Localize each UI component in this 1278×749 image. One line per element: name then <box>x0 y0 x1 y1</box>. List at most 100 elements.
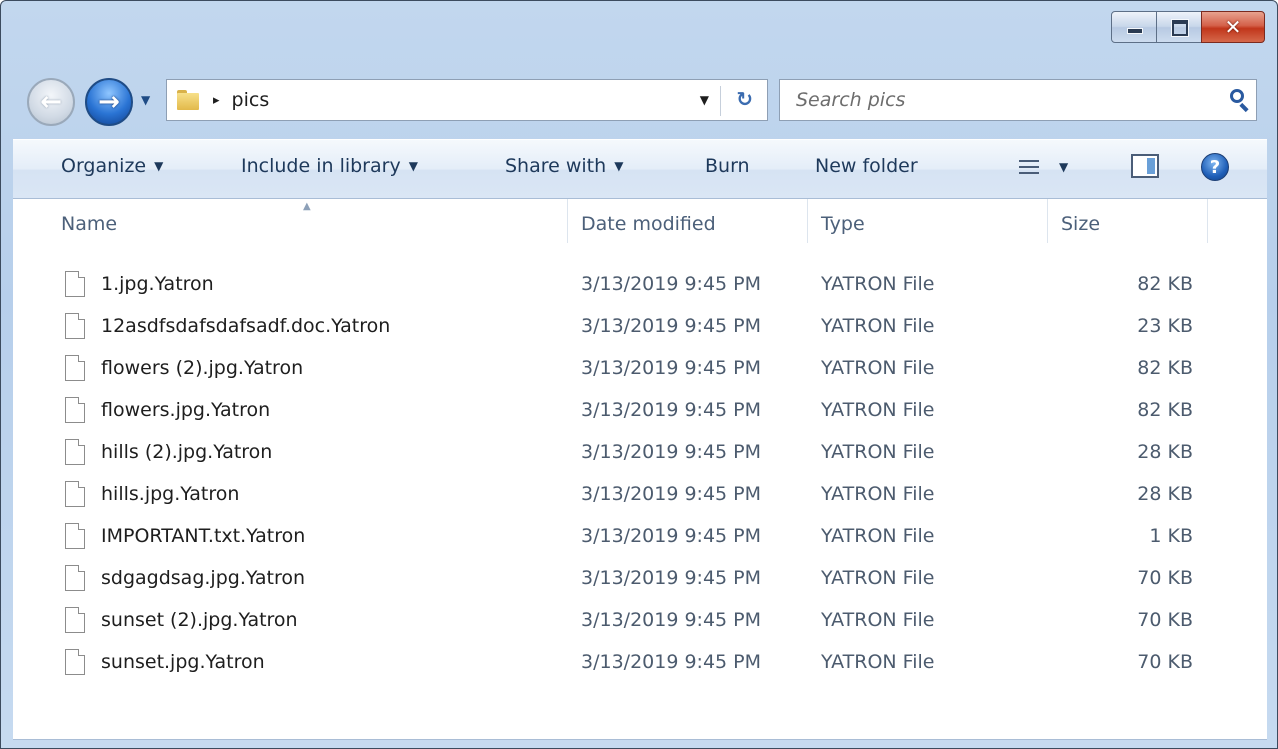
file-icon <box>65 481 85 507</box>
file-date-modified: 3/13/2019 9:45 PM <box>581 651 762 673</box>
burn-button[interactable]: Burn <box>705 155 750 177</box>
file-row[interactable]: 12asdfsdafsdafsadf.doc.Yatron 3/13/2019 … <box>13 305 1267 347</box>
burn-label: Burn <box>705 155 750 177</box>
column-divider[interactable] <box>1207 199 1208 243</box>
address-history-dropdown-icon[interactable]: ▼ <box>700 93 709 107</box>
file-size: 70 KB <box>1137 609 1193 631</box>
file-row[interactable]: IMPORTANT.txt.Yatron 3/13/2019 9:45 PM Y… <box>13 515 1267 557</box>
include-in-library-button[interactable]: Include in library ▼ <box>241 155 418 177</box>
forward-button[interactable] <box>85 78 133 126</box>
folder-icon <box>177 90 199 110</box>
file-icon <box>65 313 85 339</box>
file-date-modified: 3/13/2019 9:45 PM <box>581 567 762 589</box>
file-type: YATRON File <box>821 525 935 547</box>
file-name: 12asdfsdafsdafsadf.doc.Yatron <box>101 315 391 337</box>
file-type: YATRON File <box>821 567 935 589</box>
file-type: YATRON File <box>821 483 935 505</box>
file-icon <box>65 565 85 591</box>
file-type: YATRON File <box>821 609 935 631</box>
file-date-modified: 3/13/2019 9:45 PM <box>581 483 762 505</box>
include-in-library-label: Include in library <box>241 155 401 177</box>
refresh-icon[interactable]: ↻ <box>736 87 753 111</box>
back-button[interactable] <box>27 78 75 126</box>
file-name: sunset (2).jpg.Yatron <box>101 609 298 631</box>
sort-ascending-icon: ▲ <box>303 201 311 212</box>
file-name: sunset.jpg.Yatron <box>101 651 265 673</box>
file-size: 1 KB <box>1149 525 1193 547</box>
column-header-type[interactable]: Type <box>821 213 865 235</box>
change-view-icon[interactable] <box>1019 158 1039 176</box>
view-options-dropdown-icon[interactable]: ▼ <box>1059 160 1068 174</box>
file-date-modified: 3/13/2019 9:45 PM <box>581 315 762 337</box>
maximize-button[interactable] <box>1156 11 1202 43</box>
file-icon <box>65 523 85 549</box>
search-icon[interactable] <box>1230 89 1244 103</box>
file-name: IMPORTANT.txt.Yatron <box>101 525 306 547</box>
file-type: YATRON File <box>821 651 935 673</box>
search-box[interactable] <box>779 79 1257 121</box>
maximize-icon <box>1171 19 1189 37</box>
help-icon[interactable]: ? <box>1201 153 1229 181</box>
file-icon <box>65 439 85 465</box>
file-icon <box>65 649 85 675</box>
file-name: sdgagdsag.jpg.Yatron <box>101 567 306 589</box>
file-row[interactable]: hills.jpg.Yatron 3/13/2019 9:45 PM YATRO… <box>13 473 1267 515</box>
close-icon: ✕ <box>1224 15 1242 39</box>
chevron-down-icon: ▼ <box>154 159 164 173</box>
column-header-row: ▲ Name Date modified Type Size <box>13 199 1267 249</box>
file-date-modified: 3/13/2019 9:45 PM <box>581 441 762 463</box>
file-row[interactable]: flowers.jpg.Yatron 3/13/2019 9:45 PM YAT… <box>13 389 1267 431</box>
file-size: 70 KB <box>1137 651 1193 673</box>
file-name: hills (2).jpg.Yatron <box>101 441 273 463</box>
file-icon <box>65 397 85 423</box>
file-date-modified: 3/13/2019 9:45 PM <box>581 399 762 421</box>
file-size: 82 KB <box>1137 273 1193 295</box>
file-row[interactable]: hills (2).jpg.Yatron 3/13/2019 9:45 PM Y… <box>13 431 1267 473</box>
organize-button[interactable]: Organize ▼ <box>61 155 163 177</box>
file-row[interactable]: sdgagdsag.jpg.Yatron 3/13/2019 9:45 PM Y… <box>13 557 1267 599</box>
breadcrumb-pics[interactable]: pics <box>232 89 270 111</box>
file-date-modified: 3/13/2019 9:45 PM <box>581 525 762 547</box>
column-divider[interactable] <box>1047 199 1048 243</box>
recent-pages-dropdown-icon[interactable]: ▼ <box>141 93 150 107</box>
column-header-name[interactable]: Name <box>61 213 117 235</box>
chevron-down-icon: ▼ <box>614 159 624 173</box>
file-type: YATRON File <box>821 315 935 337</box>
search-input[interactable] <box>794 88 1198 112</box>
file-type: YATRON File <box>821 273 935 295</box>
file-icon <box>65 355 85 381</box>
file-name: 1.jpg.Yatron <box>101 273 214 295</box>
address-separator <box>720 86 721 116</box>
column-header-date-modified[interactable]: Date modified <box>581 213 716 235</box>
close-button[interactable]: ✕ <box>1201 11 1265 43</box>
file-row[interactable]: sunset.jpg.Yatron 3/13/2019 9:45 PM YATR… <box>13 641 1267 683</box>
file-row[interactable]: flowers (2).jpg.Yatron 3/13/2019 9:45 PM… <box>13 347 1267 389</box>
file-name: flowers.jpg.Yatron <box>101 399 271 421</box>
new-folder-label: New folder <box>815 155 918 177</box>
navigation-bar: ▼ ▸ pics ▼ ↻ <box>1 75 1277 129</box>
share-with-button[interactable]: Share with ▼ <box>505 155 623 177</box>
file-row[interactable]: sunset (2).jpg.Yatron 3/13/2019 9:45 PM … <box>13 599 1267 641</box>
file-list: ▲ Name Date modified Type Size 1.jpg.Yat… <box>13 199 1267 740</box>
file-size: 70 KB <box>1137 567 1193 589</box>
minimize-icon <box>1127 28 1143 34</box>
file-type: YATRON File <box>821 399 935 421</box>
column-header-size[interactable]: Size <box>1061 213 1100 235</box>
file-name: flowers (2).jpg.Yatron <box>101 357 304 379</box>
file-size: 23 KB <box>1137 315 1193 337</box>
breadcrumb-chevron-icon[interactable]: ▸ <box>213 93 220 108</box>
share-with-label: Share with <box>505 155 607 177</box>
minimize-button[interactable] <box>1111 11 1157 43</box>
file-date-modified: 3/13/2019 9:45 PM <box>581 357 762 379</box>
column-divider[interactable] <box>807 199 808 243</box>
explorer-window: ✕ ▼ ▸ pics ▼ ↻ Organize ▼ Include in libr… <box>0 0 1278 749</box>
file-date-modified: 3/13/2019 9:45 PM <box>581 273 762 295</box>
column-divider[interactable] <box>567 199 568 243</box>
new-folder-button[interactable]: New folder <box>815 155 918 177</box>
file-type: YATRON File <box>821 441 935 463</box>
organize-label: Organize <box>61 155 147 177</box>
file-type: YATRON File <box>821 357 935 379</box>
address-bar[interactable]: ▸ pics ▼ ↻ <box>166 79 768 121</box>
file-row[interactable]: 1.jpg.Yatron 3/13/2019 9:45 PM YATRON Fi… <box>13 263 1267 305</box>
preview-pane-icon[interactable] <box>1131 154 1159 178</box>
